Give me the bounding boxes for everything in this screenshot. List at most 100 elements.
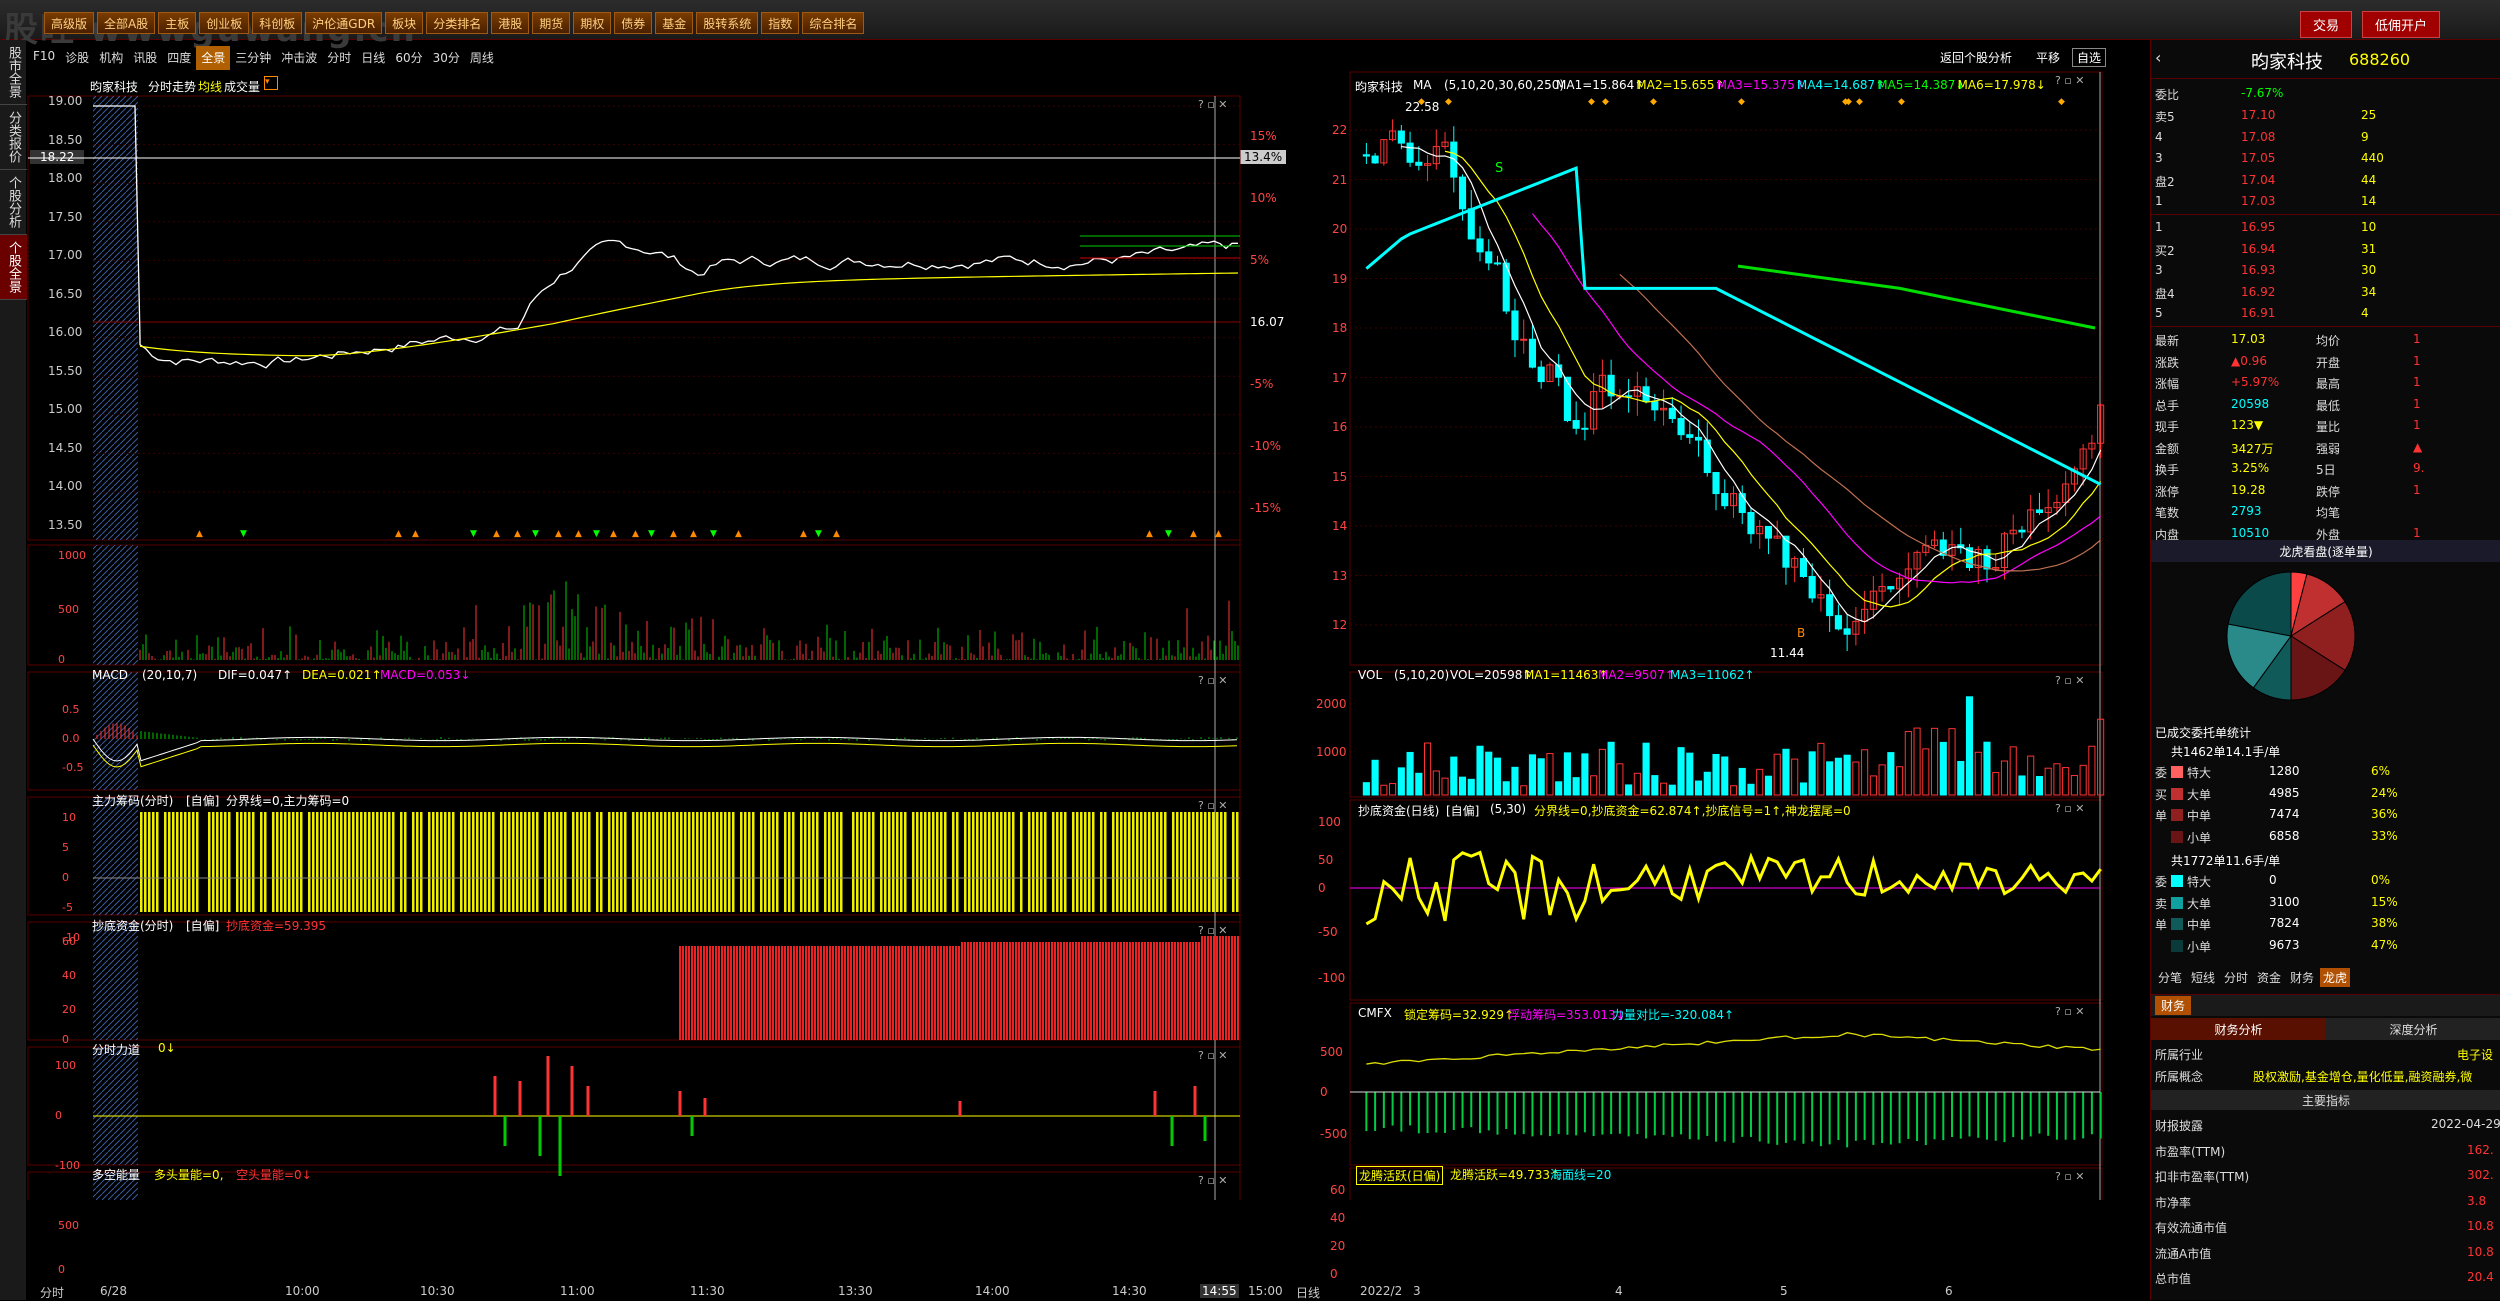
dkn-label[interactable]: 多空能量 [92, 1166, 140, 1183]
cdzj-label[interactable]: 抄底资金(分时) [92, 917, 173, 934]
time-tick[interactable]: 分时 [40, 1284, 64, 1301]
buy-stat-row: 委 特大 1280 6% [2151, 762, 2500, 783]
vol-bar [1476, 745, 1484, 796]
zlcm-bar [952, 812, 955, 912]
quote-tab-0[interactable]: 分笔 [2155, 968, 2185, 987]
signal-triangle: ▲ [833, 529, 840, 539]
quote-tab-4[interactable]: 财务 [2287, 968, 2317, 987]
zlcm-bar [700, 812, 703, 912]
pct-tick: 5% [1250, 253, 1270, 267]
signal-triangle: ▲ [395, 529, 402, 539]
stat-row-cell: 1 [2413, 418, 2421, 432]
zlcm-bar [1192, 812, 1195, 912]
vol-bar [1555, 781, 1563, 796]
stat-row-cell: 1 [2413, 482, 2421, 497]
zlcm-bar [260, 812, 263, 912]
zlcm-bar [884, 812, 887, 912]
deep-analysis-tab[interactable]: 深度分析 [2326, 1018, 2500, 1040]
zlcm-bar [1100, 812, 1103, 912]
stat-row-cell: 金额 [2155, 441, 2180, 456]
zlcm-bar [1180, 812, 1183, 912]
vol-bar [1371, 759, 1379, 796]
date-tick[interactable]: 日线 [1296, 1284, 1320, 1301]
stat-row-cell: ▲ [2413, 439, 2423, 454]
zlcm-bar [792, 812, 795, 912]
zlcm-bar [732, 812, 735, 912]
cmfx-label[interactable]: CMFX [1358, 1006, 1392, 1020]
zlcm-bar [896, 812, 899, 912]
buy-stat-row-cell: 单 [2155, 809, 2168, 823]
zlcm-bar [336, 812, 339, 912]
quote-tab-2[interactable]: 分时 [2221, 968, 2251, 987]
zlcm-bar [916, 812, 919, 912]
zlcm-bar [352, 812, 355, 912]
zlcm-bar [1156, 812, 1159, 912]
macd-label[interactable]: MACD [92, 668, 128, 682]
top-right-button-0[interactable]: 交易 [2299, 11, 2352, 38]
vol-bar [1878, 764, 1886, 796]
fin-row-cell: 市净率 [2155, 1195, 2192, 1210]
zlcm-bar [868, 812, 871, 912]
sell-stat-row: 委 特大 0 0% [2151, 871, 2500, 892]
zlcm-bar [460, 812, 463, 912]
vol-bar [1441, 777, 1449, 796]
zlcm-bar [388, 812, 391, 912]
zlcm-bar [664, 812, 667, 912]
zlcm-bar [992, 812, 995, 912]
cdzjd-label[interactable]: 抄底资金(日线) [1358, 802, 1439, 819]
zlcm-bar [724, 812, 727, 912]
zlcm-bar [372, 812, 375, 912]
axis-tick: 15 [1332, 469, 1348, 484]
pct-tick: -15% [1250, 501, 1282, 515]
vol-label[interactable]: VOL [1358, 668, 1382, 682]
axis-tick: 10 [62, 811, 76, 824]
price-tick: 19.00 [48, 94, 83, 108]
quote-tab-5[interactable]: 龙虎 [2320, 968, 2351, 987]
chevron-left-icon[interactable]: ‹ [2155, 48, 2161, 67]
candle-body [2035, 509, 2044, 513]
fin-analysis-tab[interactable]: 财务分析 [2151, 1018, 2326, 1040]
buy-stat-row-cell: 1280 [2269, 764, 2300, 778]
fin-tab[interactable]: 财务 [2155, 996, 2192, 1015]
buy-level: 3 16.93 30 [2151, 261, 2500, 282]
pct-tick: 16.07 [1250, 315, 1285, 329]
quote-tab-1[interactable]: 短线 [2188, 968, 2218, 987]
intraday-charts[interactable]: ▲ ▼ ▲ ▲ ▼ ▲ ▲ ▼ ▲ ▲ ▼ ▲ ▲ ▼ ▲ ▲ ▼ ▲ ▲ ▼ ▲ ▲ ▼ ▲ ▲ ? ▫ ✕ ? ▫ ✕ ? ▫ ✕… [0, 0, 1350, 1200]
signal-triangle: ▼ [710, 529, 717, 539]
zlcm-bar [744, 812, 747, 912]
stat-row: 金额 3427万 强弱 ▲ [2151, 438, 2500, 459]
pane-border [1349, 799, 2103, 1001]
fsld-label[interactable]: 分时力道 [92, 1041, 140, 1058]
zlcm-label[interactable]: 主力筹码(分时) [92, 792, 173, 809]
zlcm-bar [640, 812, 643, 912]
vol-bar [1974, 751, 1982, 796]
zlcm-bar [1216, 812, 1219, 912]
vol-value: VOL=20598↑ [1450, 668, 1533, 682]
zlcm-bar [476, 812, 479, 912]
fin-row-cell: 总市值 [2155, 1272, 2192, 1286]
quote-tab-3[interactable]: 资金 [2254, 968, 2284, 987]
zlcm-bar [768, 812, 771, 912]
top-right-button-1[interactable]: 低佣开户 [2361, 11, 2440, 38]
zlcm-bar [280, 812, 283, 912]
vol-bar [1948, 728, 1956, 796]
zlcm-bar [360, 812, 363, 912]
zlcm-bar [236, 812, 239, 912]
signal-triangle: ▲ [514, 529, 521, 539]
zlcm-bar [776, 812, 779, 912]
premarket-hatch [93, 672, 138, 790]
candle-body [1371, 155, 1379, 164]
vol-bar [1502, 781, 1510, 796]
signal-triangle: ▼ [470, 529, 477, 539]
zlcm-bar [216, 812, 219, 912]
zlcm-bar [328, 812, 331, 912]
fin-row-cell: 20.4 [2467, 1270, 2494, 1284]
buy-stat-row-cell: 6% [2371, 764, 2391, 778]
sell-level: 盘2 17.04 44 [2151, 171, 2500, 192]
lthy-label[interactable]: 龙腾活跃(日偏) [1356, 1166, 1444, 1185]
vol-bar [1406, 751, 1414, 796]
zlcm-bar [1044, 812, 1047, 912]
zlcm-bar [584, 812, 587, 912]
zlcm-bar [856, 812, 859, 912]
macd-params: (20,10,7) [142, 668, 198, 682]
